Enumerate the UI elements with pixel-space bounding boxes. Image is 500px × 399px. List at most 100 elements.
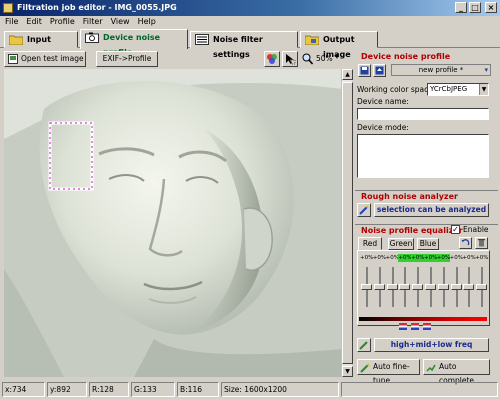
- minimize-button[interactable]: _: [455, 2, 467, 13]
- tab-red[interactable]: Red: [358, 237, 382, 250]
- color-mode-button[interactable]: [264, 51, 280, 67]
- equalizer-slider[interactable]: [463, 267, 475, 307]
- clear-button[interactable]: [475, 237, 488, 249]
- slider-thumb[interactable]: [450, 284, 462, 290]
- equalizer-value: +0%: [436, 254, 451, 262]
- tab-device-noise-profile[interactable]: Device noise profile: [80, 29, 188, 57]
- equalizer-value: +0%: [360, 255, 374, 261]
- equalizer-slider[interactable]: [373, 267, 385, 307]
- status-size: Size: 1600x1200: [221, 382, 339, 397]
- equalizer-slider[interactable]: [425, 267, 436, 307]
- analyze-button[interactable]: [357, 203, 371, 217]
- equalizer-value: +0%: [385, 255, 399, 261]
- equalizer-value: +0%: [424, 254, 438, 262]
- slider-thumb[interactable]: [399, 284, 411, 290]
- status-y: y:892: [47, 382, 87, 397]
- chevron-down-icon: ▾: [484, 66, 488, 74]
- flag-marker-2: [411, 323, 419, 330]
- menu-view[interactable]: View: [108, 16, 133, 28]
- magic-wand-icon: [359, 205, 369, 215]
- statue-photo: [4, 69, 342, 377]
- open-test-image-button[interactable]: Open test image: [4, 51, 86, 67]
- sliders-icon: [195, 34, 209, 45]
- image-canvas[interactable]: [4, 69, 342, 377]
- menu-file[interactable]: File: [2, 16, 21, 28]
- equalizer-value: +0%: [449, 255, 463, 261]
- menu-edit[interactable]: Edit: [23, 16, 45, 28]
- working-color-space-value: YCrCbJPEG: [430, 85, 468, 93]
- folder-icon: [9, 35, 23, 45]
- selection-tool-button[interactable]: [282, 51, 298, 67]
- equalizer-slider[interactable]: [361, 267, 372, 307]
- zoom-icon[interactable]: [302, 53, 313, 65]
- tab-blue[interactable]: Blue: [417, 238, 439, 250]
- zoom-dropdown-arrow[interactable]: ▾: [335, 52, 339, 61]
- menu-profile[interactable]: Profile: [47, 16, 78, 28]
- equalizer-slider[interactable]: [412, 267, 424, 307]
- vertical-scrollbar[interactable]: ▲ ▼: [341, 69, 353, 377]
- undo-button[interactable]: [459, 237, 472, 249]
- device-mode-value: [358, 136, 360, 144]
- slider-thumb[interactable]: [463, 284, 475, 290]
- flag-marker-3: [423, 323, 431, 330]
- slider-thumb[interactable]: [476, 284, 488, 290]
- cursor-select-icon: [286, 54, 296, 65]
- device-name-value: [358, 110, 360, 118]
- output-folder-icon: [305, 35, 319, 45]
- status-empty: [341, 382, 498, 397]
- device-mode-label: Device mode:: [357, 123, 409, 132]
- equalizer-value: +0%: [372, 255, 387, 261]
- equalizer-slider[interactable]: [399, 267, 411, 307]
- slider-thumb[interactable]: [425, 284, 436, 290]
- auto-fine-tune-icon: [360, 363, 370, 373]
- auto-fine-tune-button[interactable]: Auto fine-tune: [357, 359, 420, 385]
- profile-select-value: new profile *: [418, 66, 464, 74]
- exif-profile-button[interactable]: EXIF->Profile: [96, 51, 158, 67]
- close-button[interactable]: ×: [485, 2, 497, 13]
- slider-thumb[interactable]: [412, 284, 424, 290]
- equalizer-slider[interactable]: [476, 267, 488, 307]
- device-name-input[interactable]: [357, 108, 489, 120]
- status-b: B:116: [177, 382, 219, 397]
- working-color-space-label: Working color space:: [357, 85, 436, 94]
- tab-output-image[interactable]: Output image: [300, 31, 378, 59]
- frequency-mode-label[interactable]: high+mid+low freq: [374, 338, 489, 352]
- device-name-label: Device name:: [357, 97, 409, 106]
- status-g: G:133: [131, 382, 175, 397]
- rough-noise-analyzer-heading: Rough noise analyzer: [355, 190, 498, 201]
- undo-icon: [461, 239, 470, 246]
- menu-filter[interactable]: Filter: [80, 16, 106, 28]
- window-title: Filtration job editor - IMG_0055.JPG: [17, 3, 177, 12]
- device-noise-profile-heading: Device noise profile: [361, 52, 451, 61]
- slider-thumb[interactable]: [373, 284, 385, 290]
- working-color-space-select[interactable]: YCrCbJPEG ▼: [427, 83, 489, 96]
- tab-input-image[interactable]: Input image: [4, 31, 78, 59]
- equalizer-slider[interactable]: [450, 267, 462, 307]
- tab-noise-filter-settings[interactable]: Noise filter settings: [190, 31, 298, 59]
- enable-checkbox[interactable]: ✓: [451, 225, 460, 234]
- scroll-thumb[interactable]: [342, 82, 353, 364]
- floppy-disk-icon: [360, 66, 369, 75]
- equalizer-slider[interactable]: [386, 267, 398, 307]
- save-profile-button[interactable]: [358, 64, 371, 77]
- slider-thumb[interactable]: [361, 284, 372, 290]
- open-test-image-label: Open test image: [21, 54, 84, 63]
- equalizer-slider[interactable]: [437, 267, 449, 307]
- auto-complete-button[interactable]: Auto complete: [423, 359, 490, 385]
- scroll-down-button[interactable]: ▼: [342, 366, 353, 377]
- tab-green[interactable]: Green: [388, 238, 414, 250]
- slider-thumb[interactable]: [386, 284, 398, 290]
- profile-select[interactable]: new profile * ▾: [391, 64, 491, 76]
- slider-thumb[interactable]: [437, 284, 449, 290]
- open-file-icon: [8, 54, 18, 64]
- frequency-gradient-bar: [359, 317, 487, 321]
- main-tabs: Input image Device noise profile Noise f…: [0, 28, 500, 59]
- profile-panel: Device noise profile new profile * ▾ Wor…: [355, 49, 498, 385]
- frequency-tool-button[interactable]: [357, 338, 371, 352]
- device-mode-textarea[interactable]: [357, 134, 489, 178]
- maximize-button[interactable]: □: [469, 2, 481, 13]
- load-profile-button[interactable]: [373, 64, 386, 77]
- scroll-up-button[interactable]: ▲: [342, 69, 353, 80]
- enable-label: Enable: [463, 225, 489, 234]
- menu-help[interactable]: Help: [135, 16, 159, 28]
